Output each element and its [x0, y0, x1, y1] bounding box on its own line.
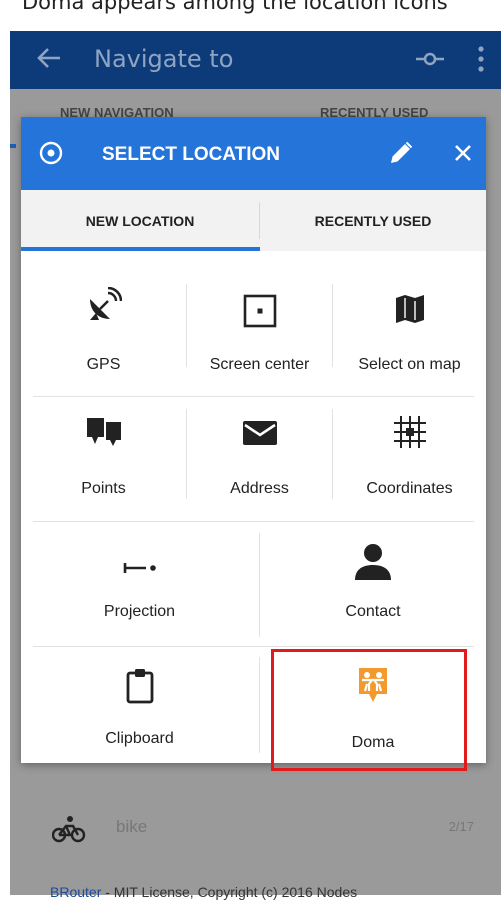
bg-footer-link[interactable]: BRouter — [50, 884, 101, 900]
more-options-icon[interactable] — [477, 45, 485, 73]
option-select-on-map-label: Select on map — [358, 356, 461, 373]
option-address-label: Address — [230, 480, 289, 497]
tab-new-location[interactable]: NEW LOCATION — [21, 190, 259, 251]
option-contact[interactable]: Contact — [260, 525, 486, 643]
option-points-label: Points — [81, 480, 126, 497]
bg-route-label: bike — [116, 817, 148, 836]
caption-text: Doma appears among the location icons — [22, 0, 448, 14]
target-icon — [39, 141, 63, 165]
option-select-on-map[interactable]: Select on map — [333, 272, 486, 388]
app-bar: Navigate to — [10, 31, 501, 89]
option-projection[interactable]: Projection — [21, 525, 258, 643]
bg-footer: BRouter - MIT License, Copyright (c) 201… — [50, 884, 357, 900]
option-contact-label: Contact — [345, 603, 401, 620]
option-projection-label: Projection — [103, 603, 176, 620]
dialog-title: SELECT LOCATION — [102, 144, 281, 165]
map-icon — [395, 295, 424, 323]
option-coordinates[interactable]: Coordinates — [333, 400, 486, 515]
close-icon[interactable] — [453, 143, 473, 163]
option-screen-center-label: Screen center — [209, 356, 310, 373]
divider — [33, 521, 474, 522]
option-points[interactable]: Points — [21, 400, 186, 515]
divider — [33, 646, 474, 647]
divider — [33, 396, 474, 397]
bg-route-row: bike 2/17 — [44, 805, 484, 853]
bg-route-count: 2/17 — [448, 819, 474, 834]
tab-recently-used[interactable]: RECENTLY USED — [260, 190, 486, 251]
option-coordinates-label: Coordinates — [366, 480, 453, 497]
option-gps-label: GPS — [86, 356, 121, 373]
option-address[interactable]: Address — [187, 400, 332, 515]
back-arrow-icon[interactable] — [36, 45, 62, 71]
doma-highlight-box — [271, 649, 467, 771]
option-screen-center[interactable]: Screen center — [187, 272, 332, 388]
bicycle-icon — [52, 816, 86, 843]
clipboard-icon — [126, 669, 153, 704]
envelope-icon — [242, 421, 277, 445]
satellite-dish-icon — [89, 287, 122, 320]
bg-footer-text: - MIT License, Copyright (c) 2016 Nodes — [101, 884, 358, 900]
coordinates-grid-icon — [393, 416, 426, 448]
route-icon[interactable] — [415, 49, 445, 69]
active-tab-indicator — [21, 247, 260, 251]
dialog-header: SELECT LOCATION — [21, 117, 486, 190]
select-location-dialog: SELECT LOCATION NEW LOCATION RECENTLY US… — [21, 117, 486, 771]
app-bar-title: Navigate to — [94, 45, 234, 73]
cropped-caption: Doma appears among the location icons — [0, 0, 501, 31]
points-icon — [86, 418, 121, 446]
option-clipboard[interactable]: Clipboard — [21, 650, 258, 763]
projection-icon — [123, 563, 156, 573]
option-clipboard-label: Clipboard — [105, 730, 174, 747]
dialog-tabs: NEW LOCATION RECENTLY USED — [21, 190, 486, 251]
bg-tab-indicator — [10, 144, 16, 148]
contact-person-icon — [355, 544, 391, 580]
pencil-icon[interactable] — [388, 140, 414, 166]
option-gps[interactable]: GPS — [21, 272, 186, 388]
screen-center-icon — [243, 294, 276, 328]
